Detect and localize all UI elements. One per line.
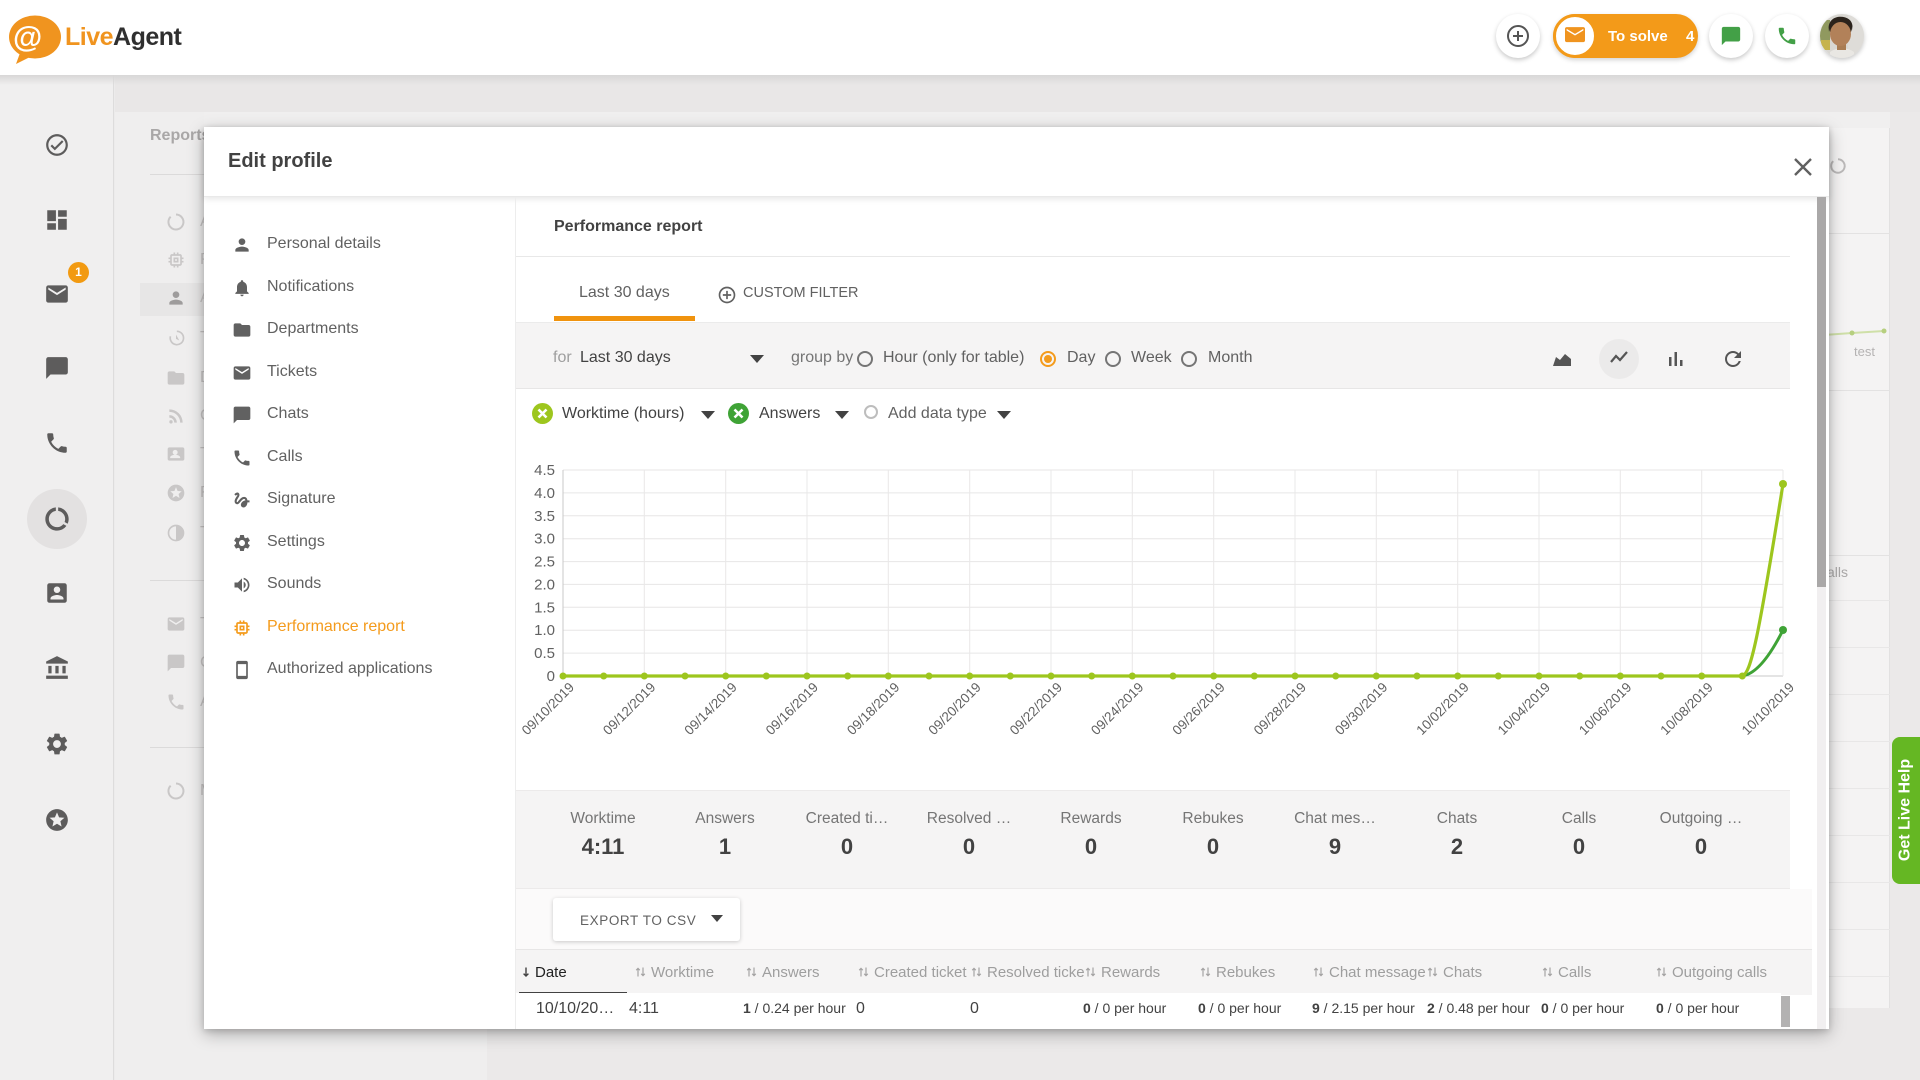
- svg-text:0: 0: [547, 668, 555, 685]
- svg-text:4.0: 4.0: [534, 485, 555, 502]
- svg-text:10/04/2019: 10/04/2019: [1495, 680, 1553, 738]
- svg-text:09/10/2019: 09/10/2019: [519, 680, 577, 738]
- svg-text:09/20/2019: 09/20/2019: [925, 680, 983, 738]
- svg-text:09/22/2019: 09/22/2019: [1007, 680, 1065, 738]
- svg-text:1.0: 1.0: [534, 622, 555, 639]
- svg-text:2.0: 2.0: [534, 576, 555, 593]
- svg-text:10/02/2019: 10/02/2019: [1413, 680, 1471, 738]
- svg-text:10/06/2019: 10/06/2019: [1576, 680, 1634, 738]
- svg-text:09/14/2019: 09/14/2019: [681, 680, 739, 738]
- svg-text:4.5: 4.5: [534, 462, 555, 479]
- svg-text:0.5: 0.5: [534, 645, 555, 662]
- svg-text:09/16/2019: 09/16/2019: [763, 680, 821, 738]
- svg-text:09/18/2019: 09/18/2019: [844, 680, 902, 738]
- svg-text:09/30/2019: 09/30/2019: [1332, 680, 1390, 738]
- svg-text:09/24/2019: 09/24/2019: [1088, 680, 1146, 738]
- svg-text:10/08/2019: 10/08/2019: [1657, 680, 1715, 738]
- svg-text:09/28/2019: 09/28/2019: [1251, 680, 1309, 738]
- svg-text:3.0: 3.0: [534, 531, 555, 548]
- svg-text:2.5: 2.5: [534, 554, 555, 571]
- svg-text:1.5: 1.5: [534, 599, 555, 616]
- svg-text:10/10/2019: 10/10/2019: [1739, 680, 1797, 738]
- svg-text:@: @: [13, 21, 42, 54]
- svg-text:3.5: 3.5: [534, 508, 555, 525]
- svg-text:09/26/2019: 09/26/2019: [1169, 680, 1227, 738]
- svg-text:09/12/2019: 09/12/2019: [600, 680, 658, 738]
